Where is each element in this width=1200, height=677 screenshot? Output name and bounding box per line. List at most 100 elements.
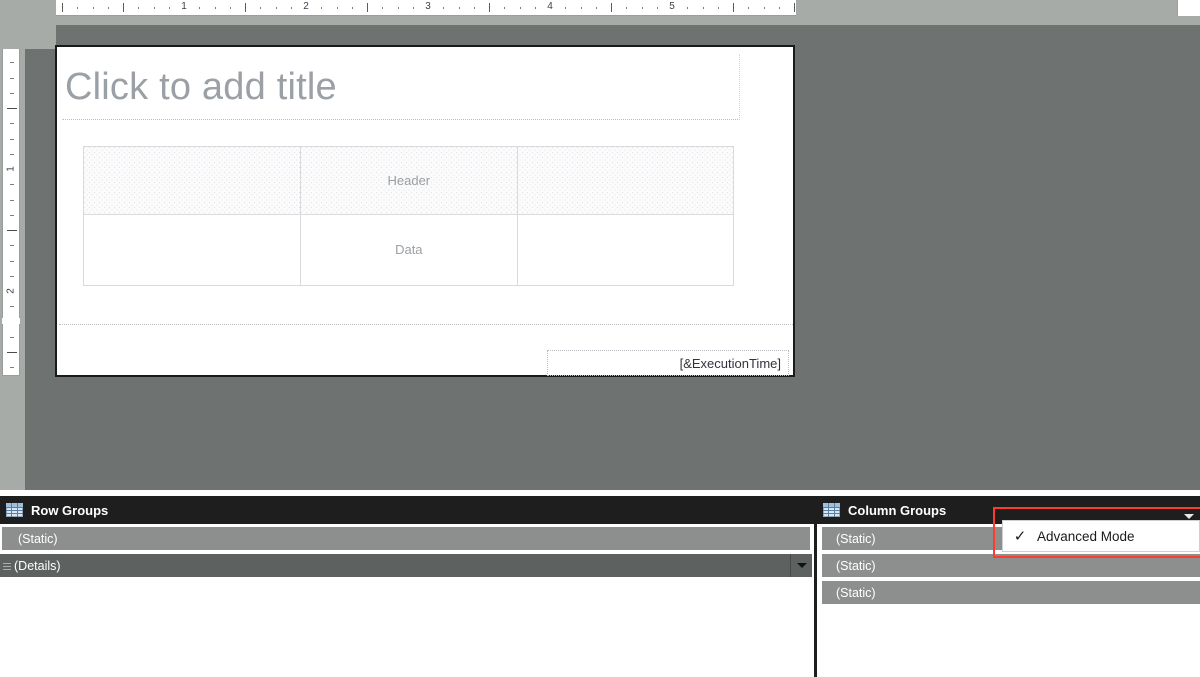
ruler-label-3: 3 [425,1,431,12]
vruler-tick [10,77,14,79]
vruler-tick [10,184,14,186]
column-group-item-3[interactable]: (Static) [822,581,1200,604]
row-groups-title: Row Groups [31,502,109,518]
ruler-tick [702,7,704,9]
ruler-tick [580,7,582,9]
ruler-tick [138,7,140,9]
menu-item-advanced-mode[interactable]: Advanced Mode [1037,529,1135,544]
vruler-tick [7,230,17,231]
tablix-cell-header-1[interactable] [82,145,302,216]
column-group-item-3-label: (Static) [836,585,876,600]
ruler-tick [656,7,658,9]
vruler-tick [10,92,14,94]
grid-icon [6,503,23,517]
ruler-tick [77,7,79,9]
ssrs-report-designer: 12345 12 Click to add title Header Data … [0,0,1200,677]
ruler-tick [641,7,643,9]
tablix-cell-data-3[interactable] [516,214,735,286]
vruler-tick [10,336,14,338]
ruler-tick [62,3,63,12]
row-group-item-details[interactable]: (Details) [0,554,812,577]
ruler-tick [595,7,597,9]
ruler-label-1: 1 [181,1,187,12]
ruler-tick [458,7,460,9]
tablix-region[interactable]: Header Data [82,145,735,286]
vruler-tick [10,245,14,247]
chevron-down-icon [1184,514,1194,519]
ruler-corner [0,0,56,49]
vruler-tick [10,123,14,125]
ruler-tick [336,7,338,9]
column-group-item-2[interactable]: (Static) [822,554,1200,577]
tablix-cell-data-1[interactable] [82,214,302,286]
ruler-tick [245,3,246,12]
checkmark-icon: ✓ [1013,527,1027,545]
ruler-tick [504,7,506,9]
ruler-tick [321,7,323,9]
vruler-tick [10,275,14,277]
ruler-tick [733,3,734,12]
tablix-cell-header-2[interactable]: Header [300,145,518,216]
ruler-far-right [1177,0,1200,16]
ruler-tick [153,7,155,9]
ruler-tick [534,7,536,9]
ruler-tick [367,3,368,12]
report-body-surface[interactable]: Click to add title Header Data [&Executi… [55,45,795,377]
horizontal-ruler[interactable]: 1 2 3 4 5 [56,0,796,16]
report-title-text: Click to add title [65,66,337,108]
ruler-tick [199,7,201,9]
ruler-tick [397,7,399,9]
ruler-tick [275,7,277,9]
column-group-item-1-label: (Static) [836,531,876,546]
ruler-tick [351,7,353,9]
ruler-tick [717,7,719,9]
vruler-tick [7,352,17,353]
execution-time-expression: [&ExecutionTime] [679,355,781,371]
ruler-tick [229,7,231,9]
column-groups-title: Column Groups [848,502,947,518]
ruler-tick [107,7,109,9]
ruler-tick [168,7,170,9]
vruler-tick [10,199,14,201]
ruler-tick [778,7,780,9]
ruler-tick [794,3,795,12]
ruler-tick [489,3,490,12]
execution-time-textbox[interactable]: [&ExecutionTime] [547,350,789,376]
advanced-mode-menu[interactable]: ✓ Advanced Mode [1002,520,1200,552]
row-group-item-static[interactable]: (Static) [2,527,810,550]
row-group-item-static-label: (Static) [18,531,58,546]
vertical-ruler[interactable]: 12 [2,49,20,376]
vruler-tick [10,214,14,216]
ruler-tick [412,7,414,9]
vruler-tick [10,62,14,64]
ruler-tick [290,7,292,9]
tablix-data-row[interactable]: Data [82,214,735,286]
report-title-placeholder[interactable]: Click to add title [62,54,740,120]
chevron-down-icon [796,563,807,568]
tablix-cell-data-2[interactable]: Data [300,214,518,286]
ruler-label-5: 5 [669,1,675,12]
vruler-tick [10,367,14,369]
row-group-dropdown-button[interactable] [790,554,812,577]
ruler-under-strip [56,16,1200,25]
vruler-label-1: 1 [5,166,17,172]
page-footer-separator [59,324,793,325]
vertical-ruler-gap [2,318,20,324]
ruler-tick [565,7,567,9]
ruler-tick [92,7,94,9]
ruler-tick [626,7,628,9]
drag-handle-icon [3,563,11,570]
row-groups-body[interactable]: (Static) (Details) [0,524,814,677]
tablix-header-row[interactable]: Header [82,145,735,216]
tablix-table[interactable]: Header Data [82,145,735,286]
ruler-tick [123,3,124,12]
ruler-tick [763,7,765,9]
ruler-label-2: 2 [303,1,309,12]
ruler-tick [443,7,445,9]
ruler-tick [519,7,521,9]
ruler-tick [382,7,384,9]
ruler-tick [214,7,216,9]
ruler-label-4: 4 [547,1,553,12]
tablix-cell-header-3[interactable] [516,145,735,216]
grid-icon [823,503,840,517]
